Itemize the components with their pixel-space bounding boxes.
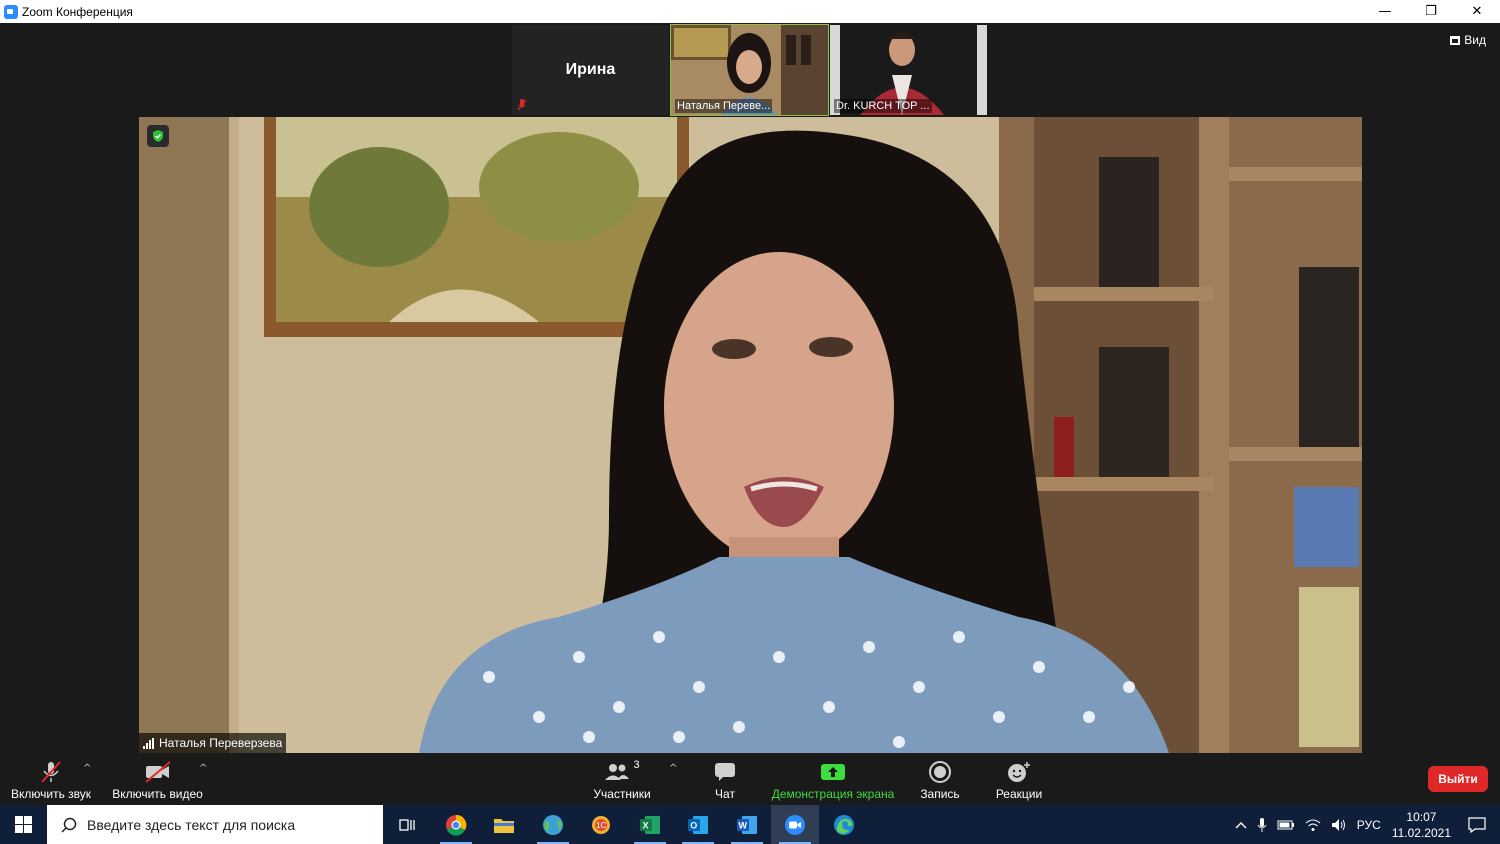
- participants-count: 3: [633, 759, 640, 771]
- taskbar-globe-app[interactable]: [529, 805, 577, 844]
- participants-options-caret-icon[interactable]: ^: [669, 763, 677, 774]
- taskbar-chrome[interactable]: [432, 805, 480, 844]
- restore-button[interactable]: ❐: [1408, 0, 1454, 23]
- window-titlebar: Zoom Конференция — ❐ ✕: [0, 0, 1500, 23]
- red-app-icon: 1С: [592, 815, 610, 834]
- thumbnail-irina[interactable]: Ирина: [512, 25, 669, 115]
- start-button[interactable]: [0, 805, 47, 844]
- language-indicator[interactable]: РУС: [1357, 818, 1381, 832]
- zoom-app-icon: [4, 4, 18, 19]
- taskbar-ie-app[interactable]: 1С: [577, 805, 625, 844]
- taskbar-zoom[interactable]: [771, 805, 819, 844]
- view-button-label: Вид: [1464, 33, 1486, 47]
- svg-text:O: O: [690, 820, 697, 830]
- record-icon: [929, 759, 951, 785]
- taskbar-clock[interactable]: 10:07 11.02.2021: [1392, 809, 1451, 841]
- word-icon: W: [737, 815, 757, 834]
- chrome-icon: [446, 814, 467, 836]
- svg-text:W: W: [739, 820, 748, 830]
- edge-icon: [834, 814, 854, 835]
- participant-name: Dr. KURCH TOP ...: [834, 99, 932, 113]
- taskbar-edge[interactable]: [820, 805, 868, 844]
- notifications-icon[interactable]: [1468, 816, 1486, 833]
- search-icon: [61, 817, 77, 833]
- show-hidden-icons-chevron-icon[interactable]: [1235, 821, 1247, 829]
- chat-button[interactable]: Чат: [705, 759, 745, 801]
- taskbar-word[interactable]: W: [723, 805, 771, 844]
- thumbnail-dr-kurch[interactable]: Dr. KURCH TOP ...: [830, 25, 987, 115]
- participant-thumbnails: Ирина Наталья Переве... Dr. KURCH TOP ..…: [512, 24, 987, 116]
- microphone-icon[interactable]: [1257, 817, 1267, 833]
- taskbar-excel[interactable]: X: [626, 805, 674, 844]
- video-off-icon: [144, 759, 172, 785]
- close-button[interactable]: ✕: [1454, 0, 1500, 23]
- globe-icon: [543, 814, 563, 835]
- participant-name: Ирина: [565, 61, 616, 78]
- reactions-label: Реакции: [995, 787, 1043, 801]
- record-button[interactable]: Запись: [918, 759, 962, 801]
- mic-muted-icon: [39, 759, 63, 785]
- excel-icon: X: [640, 815, 660, 834]
- encryption-shield-icon[interactable]: [147, 125, 169, 147]
- windows-logo-icon: [15, 816, 32, 833]
- taskbar-file-explorer[interactable]: [480, 805, 528, 844]
- chat-icon: [714, 759, 736, 785]
- search-placeholder: Введите здесь текст для поиска: [87, 816, 296, 833]
- participants-button[interactable]: 3 Участники: [592, 759, 652, 801]
- meeting-toolbar: Включить звук ^ Включить видео ^ 3 Участ…: [0, 753, 1500, 805]
- folder-icon: [494, 818, 514, 833]
- wifi-icon[interactable]: [1305, 818, 1321, 832]
- volume-icon[interactable]: [1331, 818, 1347, 832]
- record-label: Запись: [920, 787, 960, 801]
- speaker-video-frame: [139, 117, 1362, 753]
- start-video-label: Включить видео: [112, 787, 203, 801]
- share-screen-button[interactable]: Демонстрация экрана: [772, 759, 894, 801]
- share-screen-label: Демонстрация экрана: [771, 787, 895, 801]
- minimize-button[interactable]: —: [1362, 0, 1408, 23]
- zoom-icon: [785, 814, 805, 835]
- meeting-area: Вид Ирина Наталья Переве... Dr. KURCH TO…: [0, 23, 1500, 753]
- thumbnail-natalya[interactable]: Наталья Переве...: [670, 24, 829, 116]
- clock-time: 10:07: [1406, 809, 1437, 824]
- share-screen-icon: [821, 759, 845, 785]
- taskbar-search-input[interactable]: Введите здесь текст для поиска: [47, 805, 383, 844]
- mic-muted-icon: [518, 99, 526, 111]
- view-grid-icon: [1450, 35, 1461, 45]
- reactions-icon: [1007, 759, 1031, 785]
- unmute-button[interactable]: Включить звук: [10, 759, 92, 801]
- active-speaker-video[interactable]: Наталья Переверзева: [139, 117, 1362, 753]
- leave-meeting-button[interactable]: Выйти: [1428, 766, 1488, 792]
- clock-date: 11.02.2021: [1391, 825, 1451, 840]
- task-view-icon: [399, 818, 415, 831]
- connection-signal-icon: [143, 737, 154, 749]
- task-view-button[interactable]: [383, 805, 431, 844]
- reactions-button[interactable]: Реакции: [995, 759, 1043, 801]
- participant-name: Наталья Переве...: [675, 99, 773, 113]
- system-tray: РУС 10:07 11.02.2021: [1230, 805, 1500, 844]
- window-title: Zoom Конференция: [22, 4, 133, 19]
- video-options-caret-icon[interactable]: ^: [199, 763, 207, 774]
- start-video-button[interactable]: Включить видео: [112, 759, 203, 801]
- chat-label: Чат: [715, 787, 735, 801]
- speaker-name: Наталья Переверзева: [159, 736, 283, 750]
- speaker-name-label: Наталья Переверзева: [139, 733, 287, 753]
- battery-icon[interactable]: [1277, 819, 1295, 831]
- outlook-icon: O: [688, 815, 708, 834]
- taskbar-outlook[interactable]: O: [674, 805, 722, 844]
- svg-text:1С: 1С: [596, 821, 606, 830]
- participants-icon: 3: [604, 759, 640, 785]
- unmute-label: Включить звук: [10, 787, 92, 801]
- view-button[interactable]: Вид: [1450, 33, 1486, 47]
- window-controls: — ❐ ✕: [1362, 0, 1500, 23]
- svg-text:X: X: [643, 820, 649, 830]
- participants-label: Участники: [593, 787, 651, 801]
- audio-options-caret-icon[interactable]: ^: [83, 763, 91, 774]
